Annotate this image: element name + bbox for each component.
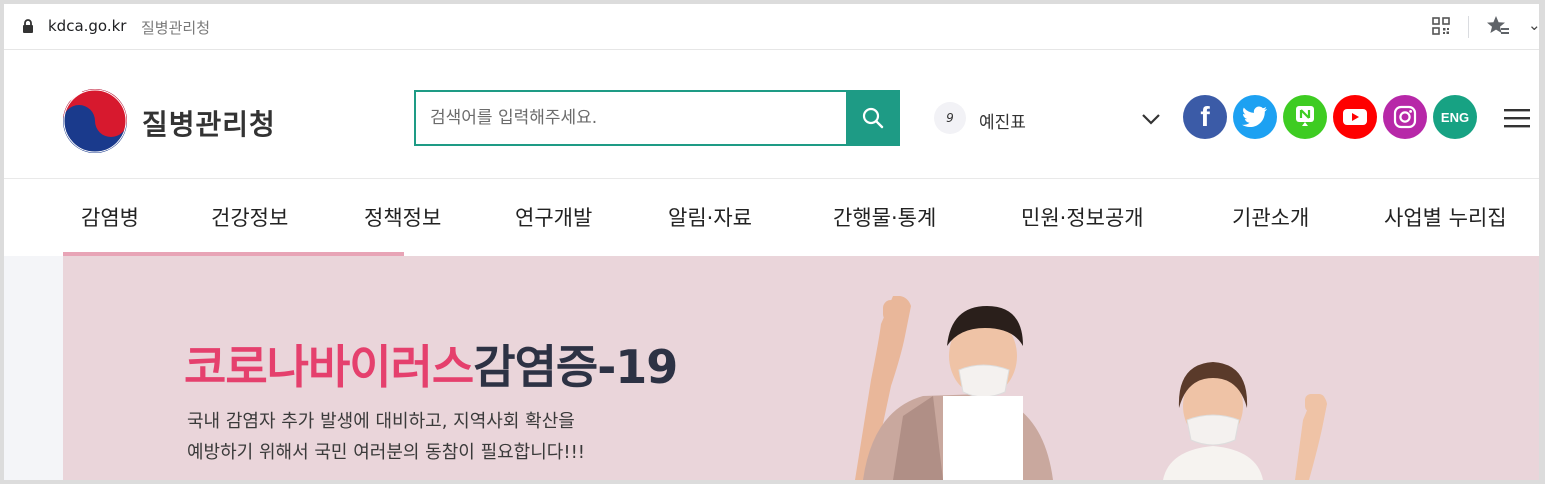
banner-title-dark: 감염증-19 [473, 340, 678, 394]
taegeuk-logo-icon[interactable] [62, 88, 128, 154]
main-nav: 감염병 건강정보 정책정보 연구개발 알림·자료 간행물·통계 민원·정보공개 … [4, 180, 1539, 256]
covid-banner[interactable]: 코로나바이러스감염증-19 국내 감염자 추가 발생에 대비하고, 지역사회 확… [63, 256, 1539, 480]
nav-item-health-info[interactable]: 건강정보 [211, 202, 288, 232]
search-icon [862, 107, 884, 129]
address-bar-separator [1468, 16, 1469, 38]
url-host[interactable]: kdca.go.kr [48, 17, 126, 35]
browser-more-glyph[interactable]: ⌄ [1528, 16, 1539, 34]
nav-item-publications-stats[interactable]: 간행물·통계 [833, 202, 936, 232]
naver-blog-icon[interactable] [1283, 95, 1327, 139]
browser-window: kdca.go.kr 질병관리청 ⌄ 질병관리청 검색어를 입력해주세요. 9 … [4, 4, 1539, 480]
site-header: 질병관리청 9 예진표 f [4, 51, 1539, 179]
address-bar[interactable]: kdca.go.kr 질병관리청 ⌄ [4, 4, 1539, 50]
lock-icon [23, 19, 33, 33]
nav-item-policy-info[interactable]: 정책정보 [364, 202, 441, 232]
naver-blog-glyph-icon [1296, 106, 1314, 126]
nav-item-infectious-disease[interactable]: 감염병 [81, 202, 139, 232]
facebook-icon[interactable]: f [1183, 95, 1227, 139]
popular-keyword[interactable]: 예진표 [979, 108, 1026, 133]
hamburger-menu-icon[interactable] [1504, 107, 1530, 129]
nav-item-civil-disclosure[interactable]: 민원·정보공개 [1021, 202, 1144, 232]
banner-desc-line-1: 국내 감염자 추가 발생에 대비하고, 지역사회 확산을 [187, 411, 575, 432]
nav-item-about[interactable]: 기관소개 [1232, 202, 1309, 232]
masked-people-illustration [855, 296, 1327, 480]
banner-title-pink: 코로나바이러스 [184, 340, 474, 394]
search-input[interactable] [430, 92, 840, 144]
nav-item-news-materials[interactable]: 알림·자료 [668, 202, 752, 232]
search-box [414, 90, 900, 146]
youtube-icon[interactable] [1333, 95, 1377, 139]
instagram-icon[interactable] [1383, 95, 1427, 139]
chevron-down-icon[interactable] [1140, 111, 1162, 127]
nav-item-project-sites[interactable]: 사업별 누리집 [1384, 202, 1507, 232]
search-button[interactable] [846, 90, 900, 146]
english-label: ENG [1440, 109, 1470, 125]
site-logo-text[interactable]: 질병관리청 [142, 103, 276, 143]
bookmark-star-icon[interactable] [1486, 15, 1510, 37]
qr-code-icon[interactable] [1432, 17, 1450, 35]
twitter-icon[interactable] [1233, 95, 1277, 139]
banner-desc-line-2: 예방하기 위해서 국민 여러분의 동참이 필요합니다!!! [187, 442, 586, 463]
youtube-play-icon [1343, 109, 1367, 125]
twitter-bird-icon [1242, 106, 1267, 128]
english-site-button[interactable]: ENG [1433, 95, 1477, 139]
instagram-camera-icon [1393, 105, 1417, 129]
url-page-title: 질병관리청 [141, 19, 211, 37]
banner-title: 코로나바이러스감염증-19 [184, 331, 678, 397]
banner-description: 국내 감염자 추가 발생에 대비하고, 지역사회 확산을 예방하기 위해서 국민… [187, 406, 585, 468]
nav-item-research[interactable]: 연구개발 [515, 202, 592, 232]
facebook-letter: f [1200, 101, 1210, 132]
popular-keyword-rank: 9 [934, 102, 966, 134]
